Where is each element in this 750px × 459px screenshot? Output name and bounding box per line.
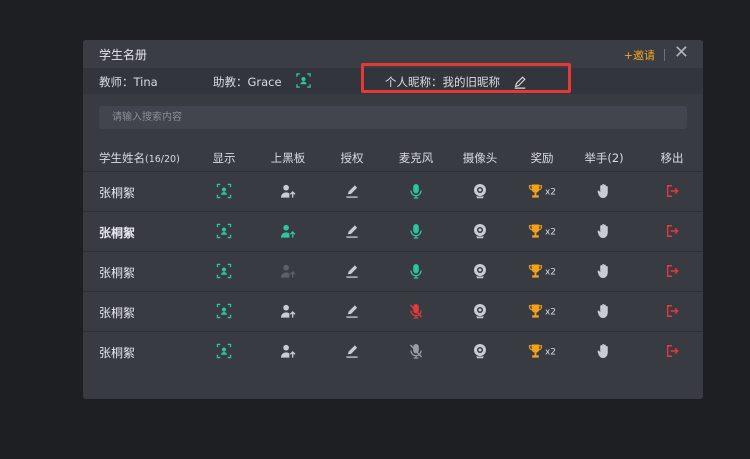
camera-icon[interactable]	[472, 263, 488, 279]
table-row: 张桐絮 x2	[83, 211, 703, 251]
invite-button[interactable]: +邀请	[624, 47, 655, 63]
mic-icon[interactable]	[410, 223, 423, 239]
student-name: 张桐絮	[99, 226, 136, 240]
trophy-icon[interactable]: x2	[528, 304, 556, 319]
dialog-title: 学生名册	[99, 48, 148, 62]
col-camera-header: 摄像头	[462, 151, 498, 165]
hand-raise-icon[interactable]	[597, 263, 612, 279]
trophy-icon[interactable]: x2	[528, 344, 556, 359]
display-icon[interactable]	[216, 343, 232, 359]
student-name: 张桐絮	[99, 346, 136, 360]
board-user-icon[interactable]	[280, 224, 296, 239]
camera-icon[interactable]	[472, 343, 488, 359]
board-user-icon[interactable]	[280, 184, 296, 199]
student-roster-dialog: 学生名册 +邀请 ✕ 教师：Tina 助教：Grace 个人昵称：我的旧昵称 学…	[83, 40, 703, 399]
remove-icon[interactable]	[665, 304, 679, 318]
student-name: 张桐絮	[99, 186, 136, 200]
trophy-icon[interactable]: x2	[528, 264, 556, 279]
board-user-icon[interactable]	[280, 264, 296, 279]
reward-count: x2	[544, 267, 557, 277]
table-row: 张桐絮 x2	[83, 291, 703, 331]
trophy-icon[interactable]: x2	[528, 224, 556, 239]
table-row: 张桐絮 x2	[83, 331, 703, 371]
remove-icon[interactable]	[665, 264, 679, 278]
reward-count: x2	[544, 307, 557, 317]
edit-nickname-icon[interactable]	[513, 74, 527, 93]
table-row: 张桐絮 x2	[83, 251, 703, 291]
assistant-label: 助教：Grace	[213, 75, 282, 89]
hand-raise-icon[interactable]	[597, 343, 612, 359]
assistant-display-icon[interactable]	[296, 73, 311, 92]
trophy-icon[interactable]: x2	[528, 184, 556, 199]
hand-raise-icon[interactable]	[597, 223, 612, 239]
display-icon[interactable]	[216, 183, 232, 199]
col-board-header: 上黑板	[270, 151, 306, 165]
mic-muted-icon[interactable]	[409, 343, 423, 359]
col-mic-header: 麦克风	[398, 151, 434, 165]
reward-count: x2	[544, 227, 557, 237]
display-icon[interactable]	[216, 223, 232, 239]
pencil-icon[interactable]	[345, 224, 360, 239]
col-hand-header: 举手(2)	[584, 151, 624, 165]
remove-icon[interactable]	[665, 344, 679, 358]
close-icon[interactable]: ✕	[674, 43, 689, 63]
table-header: 学生姓名(16/20) 显示 上黑板 授权 麦克风 摄像头 奖励 举手(2) 移…	[83, 144, 703, 170]
pencil-icon[interactable]	[345, 304, 360, 319]
reward-count: x2	[544, 347, 557, 357]
nickname-label: 个人昵称：我的旧昵称	[385, 75, 500, 89]
hand-raise-icon[interactable]	[597, 183, 612, 199]
remove-icon[interactable]	[665, 224, 679, 238]
col-remove-header: 移出	[660, 151, 684, 165]
student-name: 张桐絮	[99, 266, 136, 280]
search-input[interactable]	[99, 106, 687, 129]
hand-raise-icon[interactable]	[597, 303, 612, 319]
col-show-header: 显示	[212, 151, 236, 165]
display-icon[interactable]	[216, 263, 232, 279]
board-user-icon[interactable]	[280, 344, 296, 359]
camera-icon[interactable]	[472, 183, 488, 199]
info-bar: 教师：Tina 助教：Grace 个人昵称：我的旧昵称	[83, 63, 703, 94]
title-separator	[664, 49, 665, 61]
col-auth-header: 授权	[340, 151, 364, 165]
teacher-label: 教师：Tina	[99, 75, 158, 89]
pencil-icon[interactable]	[345, 344, 360, 359]
reward-count: x2	[544, 187, 557, 197]
mic-icon[interactable]	[410, 183, 423, 199]
student-name: 张桐絮	[99, 306, 136, 320]
col-reward-header: 奖励	[530, 151, 554, 165]
camera-icon[interactable]	[472, 303, 488, 319]
pencil-icon[interactable]	[345, 264, 360, 279]
table-row: 张桐絮 x2	[83, 171, 703, 211]
pencil-icon[interactable]	[345, 184, 360, 199]
display-icon[interactable]	[216, 303, 232, 319]
mic-muted-icon[interactable]	[409, 303, 423, 319]
col-name-header: 学生姓名(16/20)	[99, 151, 180, 165]
camera-icon[interactable]	[472, 223, 488, 239]
mic-icon[interactable]	[410, 263, 423, 279]
remove-icon[interactable]	[665, 184, 679, 198]
board-user-icon[interactable]	[280, 304, 296, 319]
